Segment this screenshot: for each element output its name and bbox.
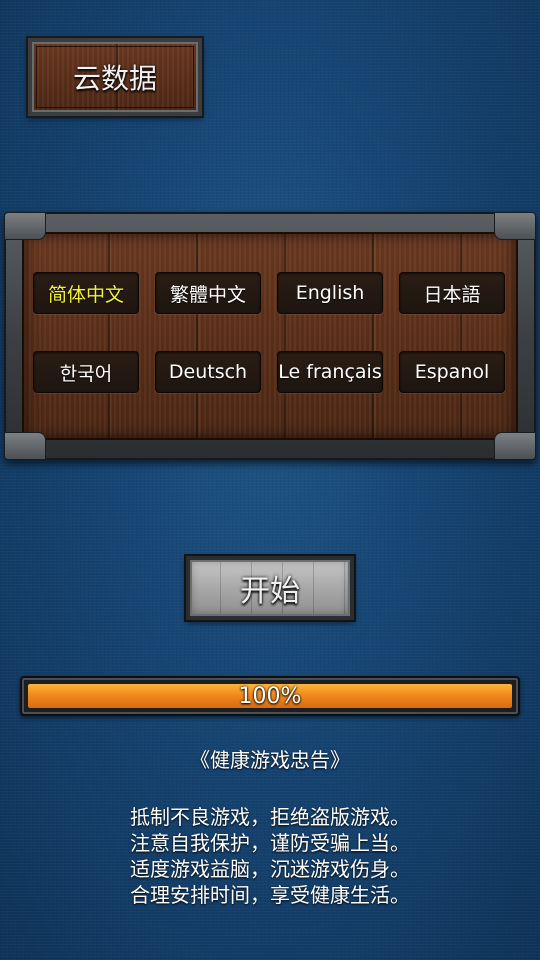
language-label: 繁體中文 — [169, 283, 246, 306]
start-label: 开始 — [240, 574, 300, 609]
language-label: English — [295, 282, 365, 304]
panel-corner-bracket — [494, 212, 536, 240]
language-button-spanish[interactable]: Espanol — [399, 351, 505, 393]
language-label: Deutsch — [168, 361, 248, 383]
cloud-data-button[interactable]: 云数据 — [26, 36, 204, 118]
language-panel — [4, 212, 536, 460]
language-panel-board — [22, 232, 518, 440]
advisory-line: 注意自我保护，谨防受骗上当。 — [130, 831, 410, 855]
start-button[interactable]: 开始 — [184, 554, 356, 622]
loading-progress-bar: 100% — [20, 676, 520, 716]
language-label: 한국어 — [59, 362, 113, 385]
health-advisory-text: 抵制不良游戏，拒绝盗版游戏。 注意自我保护，谨防受骗上当。 适度游戏益脑，沉迷游… — [0, 804, 540, 908]
language-button-french[interactable]: Le français — [277, 351, 383, 393]
language-button-simplified-chinese[interactable]: 简体中文 — [33, 272, 139, 314]
advisory-line: 合理安排时间，享受健康生活。 — [130, 883, 410, 907]
language-button-korean[interactable]: 한국어 — [33, 351, 139, 393]
panel-corner-bracket — [494, 432, 536, 460]
language-label: Espanol — [414, 361, 490, 383]
language-button-traditional-chinese[interactable]: 繁體中文 — [155, 272, 261, 314]
language-button-japanese[interactable]: 日本語 — [399, 272, 505, 314]
cloud-data-label: 云数据 — [72, 62, 157, 95]
advisory-line: 适度游戏益脑，沉迷游戏伤身。 — [130, 857, 410, 881]
language-button-german[interactable]: Deutsch — [155, 351, 261, 393]
progress-percent: 100% — [238, 683, 302, 709]
language-label: Le français — [278, 361, 382, 383]
panel-corner-bracket — [4, 212, 46, 240]
advisory-line: 抵制不良游戏，拒绝盗版游戏。 — [130, 805, 410, 829]
health-advisory-title: 《健康游戏忠告》 — [190, 748, 350, 772]
panel-corner-bracket — [4, 432, 46, 460]
language-label: 简体中文 — [47, 283, 124, 306]
language-button-english[interactable]: English — [277, 272, 383, 314]
language-label: 日本語 — [423, 283, 481, 306]
